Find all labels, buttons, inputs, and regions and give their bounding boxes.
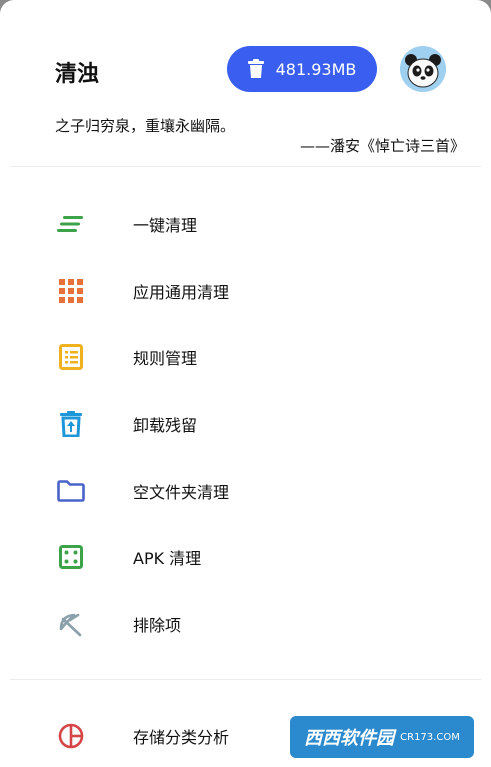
- quote-author: ——潘安《悼亡诗三首》: [299, 137, 465, 155]
- menu-item-label: 排除项: [133, 616, 182, 635]
- menu-item-quick-clean[interactable]: 一键清理: [0, 196, 491, 252]
- menu-item-exclusions[interactable]: 排除项: [0, 596, 491, 652]
- grid-apps-icon: [56, 276, 86, 306]
- quote-text: 之子归穷泉，重壤永幽隔。: [55, 117, 236, 135]
- dice-icon: [56, 542, 86, 572]
- menu-item-label: 卸载残留: [133, 416, 198, 435]
- divider: [10, 679, 481, 680]
- app-title: 清浊: [55, 62, 100, 87]
- menu-item-empty-folder-clean[interactable]: 空文件夹清理: [0, 463, 491, 519]
- menu-item-label: 应用通用清理: [133, 283, 230, 302]
- watermark-logo: 西西软件园 CR173.COM: [290, 716, 474, 758]
- menu-item-label: 一键清理: [133, 216, 198, 235]
- menu-item-uninstall-residue[interactable]: 卸载残留: [0, 396, 491, 452]
- menu-item-rules[interactable]: 规则管理: [0, 329, 491, 385]
- storage-clean-button[interactable]: 481.93MB: [227, 46, 377, 92]
- divider: [10, 166, 481, 167]
- menu-item-label: 规则管理: [133, 349, 198, 368]
- menu-item-app-clean[interactable]: 应用通用清理: [0, 263, 491, 319]
- folder-icon: [56, 476, 86, 506]
- menu-item-apk-clean[interactable]: APK 清理: [0, 529, 491, 585]
- menu-item-label: 存储分类分析: [133, 728, 230, 747]
- panda-avatar-icon[interactable]: [400, 46, 446, 92]
- trash-icon: [247, 59, 264, 78]
- navigation-drawer: 清浊 481.93MB 之子归穷泉，重壤永幽隔。 ——潘安《悼亡诗三首》 一键清…: [0, 0, 491, 767]
- pie-analysis-icon: [56, 721, 86, 751]
- storage-size: 481.93MB: [275, 59, 357, 79]
- rule-list-icon: [56, 342, 86, 372]
- menu-item-label: 空文件夹清理: [133, 483, 230, 502]
- exclude-icon: [56, 609, 86, 639]
- uninstall-trash-icon: [56, 409, 86, 439]
- menu-item-label: APK 清理: [133, 549, 202, 568]
- watermark-text: 西西软件园: [304, 728, 395, 749]
- watermark-sub: CR173.COM: [400, 731, 460, 743]
- quick-clean-icon: [56, 209, 86, 239]
